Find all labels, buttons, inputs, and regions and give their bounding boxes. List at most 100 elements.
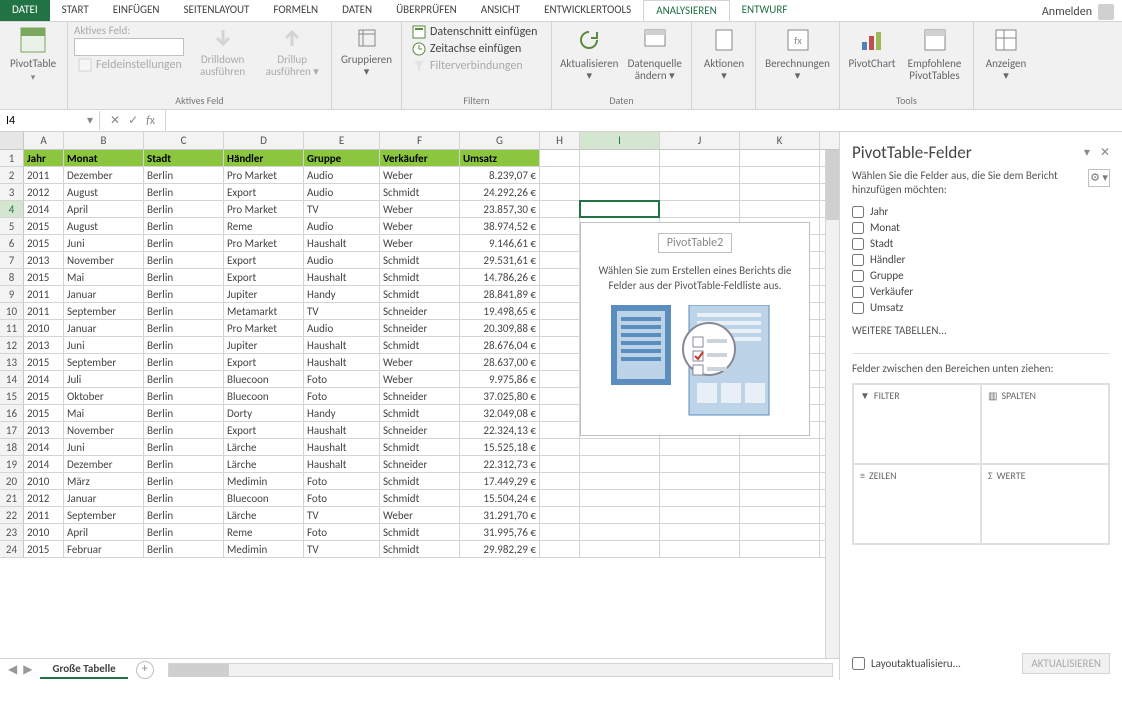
cell[interactable]: 28.676,04 € (460, 337, 540, 353)
cell[interactable] (740, 473, 820, 489)
cell[interactable] (540, 405, 580, 421)
cell[interactable]: 2015 (24, 388, 64, 404)
cell[interactable]: 15.525,18 € (460, 439, 540, 455)
cell[interactable]: Medimin (224, 473, 304, 489)
area-filter[interactable]: ▼FILTER (853, 384, 981, 464)
cell[interactable]: April (64, 524, 144, 540)
new-sheet-button[interactable]: + (136, 661, 154, 679)
cell[interactable]: Haushalt (304, 456, 380, 472)
cell[interactable]: 2014 (24, 201, 64, 217)
field-item[interactable]: Verkäufer (852, 285, 1110, 298)
cell[interactable] (540, 507, 580, 523)
tab-seitenlayout[interactable]: SEITENLAYOUT (171, 0, 261, 21)
cell[interactable]: Medimin (224, 541, 304, 557)
cell[interactable]: Schmidt (380, 286, 460, 302)
col-header[interactable]: G (460, 132, 540, 149)
row-header[interactable]: 9 (0, 286, 24, 302)
cell[interactable]: 24.292,26 € (460, 184, 540, 200)
insert-timeline-button[interactable]: Zeitachse einfügen (408, 41, 541, 57)
cell[interactable] (660, 150, 740, 166)
cell[interactable] (740, 524, 820, 540)
cell[interactable]: Berlin (144, 490, 224, 506)
cell[interactable]: Bluecoon (224, 371, 304, 387)
cell[interactable]: Januar (64, 490, 144, 506)
row-header[interactable]: 1 (0, 150, 24, 166)
cell[interactable]: Audio (304, 252, 380, 268)
row-header[interactable]: 12 (0, 337, 24, 353)
sign-in[interactable]: Anmelden (1034, 0, 1122, 21)
cell[interactable]: 9.975,86 € (460, 371, 540, 387)
tab-analysieren[interactable]: ANALYSIEREN (643, 0, 729, 21)
col-header[interactable]: K (740, 132, 820, 149)
insert-slicer-button[interactable]: Datenschnitt einfügen (408, 24, 541, 40)
row-header[interactable]: 2 (0, 167, 24, 183)
cell[interactable]: Berlin (144, 541, 224, 557)
cell[interactable]: Audio (304, 218, 380, 234)
cell[interactable]: 2010 (24, 320, 64, 336)
cell[interactable]: 2010 (24, 524, 64, 540)
cell[interactable] (740, 439, 820, 455)
cell[interactable]: Haushalt (304, 235, 380, 251)
row-header[interactable]: 16 (0, 405, 24, 421)
actions-button[interactable]: Aktionen ▾ (698, 24, 750, 84)
cell[interactable]: Haushalt (304, 422, 380, 438)
cell[interactable] (580, 507, 660, 523)
row-header[interactable]: 19 (0, 456, 24, 472)
cell[interactable] (540, 541, 580, 557)
cell[interactable]: Audio (304, 320, 380, 336)
pivottable-button[interactable]: PivotTable ▾ (6, 24, 60, 85)
cell[interactable] (660, 439, 740, 455)
row-header[interactable]: 11 (0, 320, 24, 336)
cell[interactable] (660, 490, 740, 506)
cell[interactable]: Lärche (224, 439, 304, 455)
cell[interactable]: Berlin (144, 286, 224, 302)
cell[interactable]: Schmidt (380, 541, 460, 557)
row-header[interactable]: 22 (0, 507, 24, 523)
cell[interactable] (540, 252, 580, 268)
pivottable-placeholder[interactable]: PivotTable2 Wählen Sie zum Erstellen ein… (580, 222, 810, 436)
cell[interactable] (540, 235, 580, 251)
field-checkbox[interactable] (852, 270, 864, 282)
col-header[interactable]: F (380, 132, 460, 149)
cell[interactable] (540, 337, 580, 353)
row-header[interactable]: 17 (0, 422, 24, 438)
cell[interactable]: Pro Market (224, 320, 304, 336)
cell[interactable]: Berlin (144, 252, 224, 268)
vertical-scrollbar[interactable] (825, 150, 839, 658)
refresh-button[interactable]: Aktualisieren ▾ (558, 24, 620, 84)
cell[interactable]: August (64, 218, 144, 234)
tab-einfügen[interactable]: EINFÜGEN (101, 0, 172, 21)
cell[interactable]: 2013 (24, 252, 64, 268)
cell[interactable]: Juli (64, 371, 144, 387)
cell[interactable]: 2015 (24, 541, 64, 557)
cell[interactable] (740, 167, 820, 183)
cell[interactable]: Pro Market (224, 201, 304, 217)
cell[interactable]: Schmidt (380, 252, 460, 268)
area-columns[interactable]: ▥SPALTEN (981, 384, 1109, 464)
cell[interactable]: Export (224, 184, 304, 200)
cell[interactable]: April (64, 201, 144, 217)
cell[interactable]: Schneider (380, 303, 460, 319)
cell[interactable] (540, 150, 580, 166)
col-header[interactable]: I (580, 132, 660, 149)
cell[interactable]: Berlin (144, 320, 224, 336)
cell[interactable] (540, 473, 580, 489)
gear-icon[interactable]: ⚙ ▾ (1088, 169, 1110, 187)
cell[interactable]: 20.309,88 € (460, 320, 540, 336)
cell[interactable]: Schmidt (380, 439, 460, 455)
cell[interactable]: 15.504,24 € (460, 490, 540, 506)
row-header[interactable]: 15 (0, 388, 24, 404)
cell[interactable]: Januar (64, 286, 144, 302)
cell[interactable] (580, 439, 660, 455)
name-box-input[interactable] (6, 114, 66, 128)
cell[interactable]: Berlin (144, 371, 224, 387)
more-tables-link[interactable]: WEITERE TABELLEN... (852, 324, 1110, 337)
cell[interactable] (580, 150, 660, 166)
row-header[interactable]: 21 (0, 490, 24, 506)
cell[interactable] (540, 388, 580, 404)
cell[interactable]: 22.312,73 € (460, 456, 540, 472)
cell[interactable]: Haushalt (304, 337, 380, 353)
field-checkbox[interactable] (852, 222, 864, 234)
cell[interactable]: Berlin (144, 201, 224, 217)
cell[interactable]: Mai (64, 269, 144, 285)
